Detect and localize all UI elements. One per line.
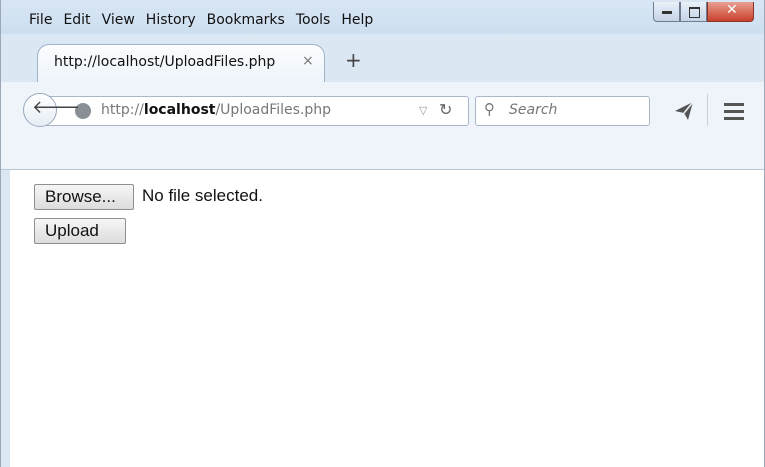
url-dropdown-icon[interactable]: ▽ xyxy=(419,104,427,117)
menu-items: File Edit View History Bookmarks Tools H… xyxy=(29,12,384,28)
url-path: /UploadFiles.php xyxy=(215,102,332,118)
address-bar[interactable]: http://localhost/UploadFiles.php ▽ ↻ xyxy=(41,96,469,126)
maximize-icon xyxy=(689,7,700,18)
send-tab-icon[interactable] xyxy=(673,100,695,122)
file-status-text: No file selected. xyxy=(142,186,263,205)
new-tab-icon[interactable]: + xyxy=(345,48,362,72)
menu-hamburger-icon[interactable] xyxy=(724,103,744,124)
toolbar-separator xyxy=(707,94,708,126)
menu-bar: File Edit View History Bookmarks Tools H… xyxy=(1,0,764,34)
tab-uploadfiles[interactable]: http://localhost/UploadFiles.php × xyxy=(37,44,325,82)
url-prefix: http:// xyxy=(101,102,144,118)
menu-file[interactable]: File xyxy=(29,12,52,28)
minimize-icon xyxy=(662,11,672,14)
tab-title: http://localhost/UploadFiles.php xyxy=(54,54,276,70)
page-content: Browse... No file selected. Upload xyxy=(10,170,764,467)
menu-view[interactable]: View xyxy=(102,12,135,28)
menu-history[interactable]: History xyxy=(146,12,196,28)
search-icon: ⚲ xyxy=(484,100,495,118)
menu-tools[interactable]: Tools xyxy=(296,12,331,28)
navigation-bar: http://localhost/UploadFiles.php ▽ ↻ 🡐 ⚲… xyxy=(1,82,764,170)
menu-help[interactable]: Help xyxy=(341,12,373,28)
tab-strip: http://localhost/UploadFiles.php × + xyxy=(1,34,764,82)
browse-button[interactable]: Browse... xyxy=(34,184,134,210)
window-controls: ✕ xyxy=(653,2,754,22)
address-url: http://localhost/UploadFiles.php xyxy=(101,102,331,118)
menu-bookmarks[interactable]: Bookmarks xyxy=(207,12,285,28)
search-placeholder: Search xyxy=(509,102,558,118)
close-button[interactable]: ✕ xyxy=(707,2,754,22)
search-box[interactable]: ⚲ Search xyxy=(475,96,650,126)
back-arrow-icon: 🡐 xyxy=(32,97,81,118)
maximize-button[interactable] xyxy=(680,2,707,22)
minimize-button[interactable] xyxy=(653,2,680,22)
back-button[interactable]: 🡐 xyxy=(23,93,80,127)
menu-edit[interactable]: Edit xyxy=(63,12,90,28)
upload-button[interactable]: Upload xyxy=(34,218,126,244)
close-icon: ✕ xyxy=(726,2,738,18)
tab-close-icon[interactable]: × xyxy=(302,53,314,69)
browser-window: File Edit View History Bookmarks Tools H… xyxy=(0,0,765,467)
reload-icon[interactable]: ↻ xyxy=(439,100,452,119)
url-host: localhost xyxy=(143,102,216,118)
